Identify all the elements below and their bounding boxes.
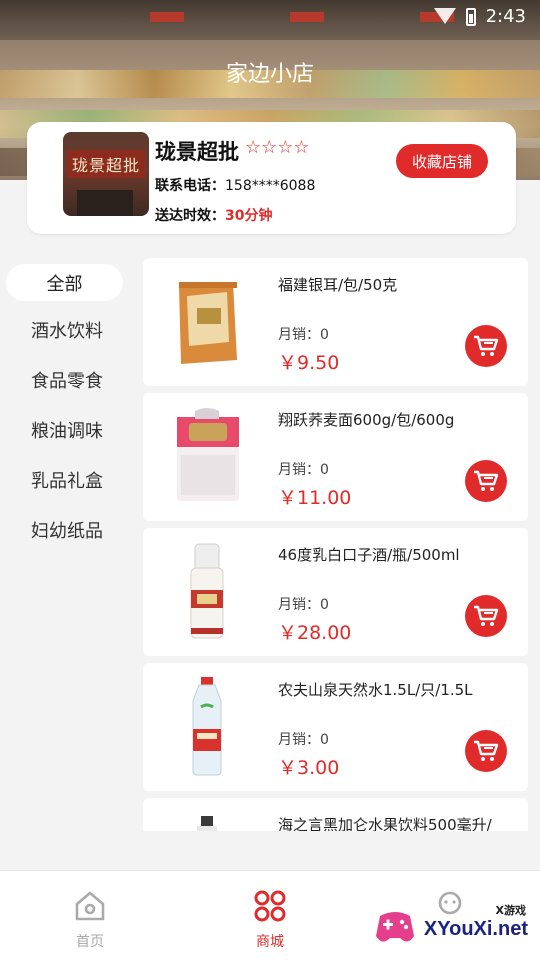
product-list: 福建银耳/包/50克 月销：0 ￥9.50 翔跃荞麦面600g/包/600g 月… [143,258,528,831]
product-price: ￥28.00 [278,622,352,644]
product-name: 农夫山泉天然水1.5L/只/1.5L [278,681,473,699]
category-dairy-gifts[interactable]: 乳品礼盒 [0,455,134,505]
product-name: 46度乳白口子酒/瓶/500ml [278,546,460,564]
product-card[interactable]: 海之言黑加仑水果饮料500毫升/ [143,798,528,831]
category-grain-oil[interactable]: 粮油调味 [0,405,134,455]
cart-icon [474,335,499,356]
watermark-top-text: X游戏 [495,904,526,917]
status-time: 2:43 [485,6,526,27]
shop-photo: 珑景超批 [63,132,149,216]
cart-icon [474,605,499,626]
product-card[interactable]: 福建银耳/包/50克 月销：0 ￥9.50 [143,258,528,386]
product-name: 翔跃荞麦面600g/包/600g [278,411,455,429]
product-image [179,282,237,364]
nav-mall-label: 商城 [256,934,284,950]
shop-photo-sign: 珑景超批 [67,150,145,178]
product-name: 海之言黑加仑水果饮料500毫升/ [278,816,492,831]
watermark-main-text: XYouXi.net [423,918,528,940]
page-title: 家边小店 [225,62,314,87]
category-baby-paper[interactable]: 妇幼纸品 [0,505,134,555]
product-price: ￥9.50 [278,352,340,374]
favorite-shop-button[interactable]: 收藏店铺 [396,144,488,178]
nav-mall[interactable]: 商城 [230,889,310,951]
shop-name: 珑景超批 [155,140,239,164]
product-monthly-sales: 月销：0 [278,327,329,343]
add-to-cart-button[interactable] [465,325,507,367]
nav-home[interactable]: 首页 [50,889,130,951]
watermark: X游戏 XYouXi.net [372,890,540,960]
phone-value: 158****6088 [225,178,316,194]
product-monthly-sales: 月销：0 [278,732,329,748]
product-name: 福建银耳/包/50克 [278,276,398,294]
category-sidebar: 全部 酒水饮料 食品零食 粮油调味 乳品礼盒 妇幼纸品 [0,258,134,555]
add-to-cart-button[interactable] [465,730,507,772]
category-drinks[interactable]: 酒水饮料 [0,305,134,355]
phone-label: 联系电话： [155,178,225,194]
product-card[interactable]: 翔跃荞麦面600g/包/600g 月销：0 ￥11.00 [143,393,528,521]
category-all[interactable]: 全部 [6,264,123,301]
cart-icon [474,740,499,761]
gamepad-logo-icon [376,912,414,942]
add-to-cart-button[interactable] [465,595,507,637]
battery-icon [465,7,476,26]
grid-icon [254,890,286,922]
status-bar: 2:43 [433,6,526,27]
product-image [177,408,239,501]
cart-icon [474,470,499,491]
product-card[interactable]: 农夫山泉天然水1.5L/只/1.5L 月销：0 ￥3.00 [143,663,528,791]
wifi-icon [433,7,456,26]
product-monthly-sales: 月销：0 [278,597,329,613]
category-snacks[interactable]: 食品零食 [0,355,134,405]
product-image [190,543,224,639]
product-price: ￥11.00 [278,487,352,509]
add-to-cart-button[interactable] [465,460,507,502]
product-image [197,816,217,831]
rating-stars: ☆☆☆☆ [245,137,310,158]
delivery-label: 送达时效： [155,208,225,224]
shop-delivery-time: 送达时效：30分钟 [155,205,272,225]
product-card[interactable]: 46度乳白口子酒/瓶/500ml 月销：0 ￥28.00 [143,528,528,656]
nav-home-label: 首页 [76,934,104,950]
delivery-value: 30分钟 [225,208,273,224]
shop-info-card: 珑景超批 珑景超批 ☆☆☆☆ 收藏店铺 联系电话：158****6088 送达时… [27,122,516,234]
home-icon [75,891,105,921]
shop-phone: 联系电话：158****6088 [155,175,315,195]
product-price: ￥3.00 [278,757,340,779]
product-monthly-sales: 月销：0 [278,462,329,478]
product-image [192,677,222,776]
